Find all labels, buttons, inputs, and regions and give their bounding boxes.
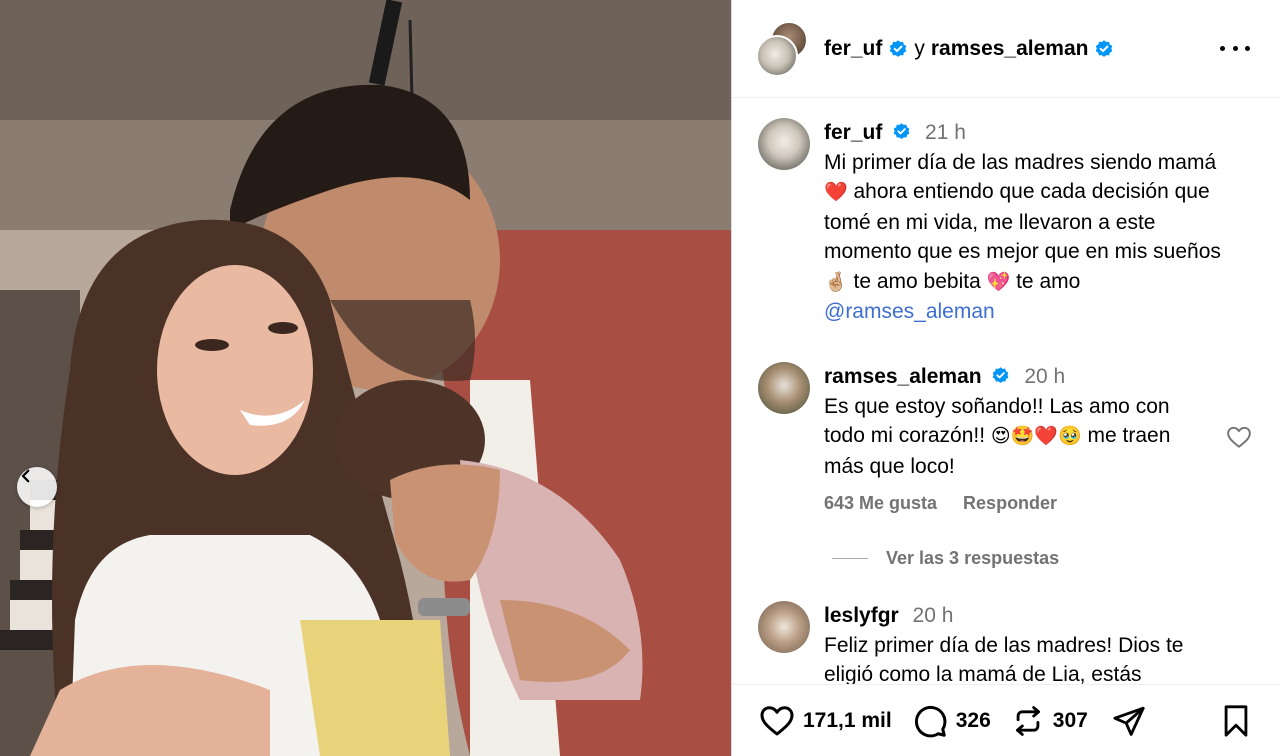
post-header: fer_uf y ramses_aleman xyxy=(732,0,1280,98)
comment-text: Es que estoy soñando!! Las amo con todo … xyxy=(824,392,1204,482)
hand-emoji: 🤞🏼 xyxy=(824,271,848,293)
more-dot-icon xyxy=(1245,45,1250,51)
photo-illustration xyxy=(0,0,731,756)
like-button[interactable]: 171,1 mil xyxy=(759,704,892,737)
repost-button[interactable]: 307 xyxy=(1011,704,1088,738)
post-caption: fer_uf 21 h Mi primer día de las madres … xyxy=(758,118,1244,327)
comment-item: ramses_aleman 20 h Es que estoy soñando!… xyxy=(758,362,1204,519)
bookmark-icon xyxy=(1224,704,1248,737)
verified-badge-icon xyxy=(1096,39,1113,57)
comment-time[interactable]: 20 h xyxy=(1024,365,1065,388)
caption-text-part: te amo bebita xyxy=(847,269,987,293)
comment-reply-button[interactable]: Responder xyxy=(963,489,1057,519)
post-side-panel: fer_uf y ramses_aleman fer_uf 21 h Mi pr… xyxy=(731,0,1280,756)
sparkle-heart-emoji: 💖 xyxy=(986,271,1011,293)
comment-avatar[interactable] xyxy=(758,362,810,414)
view-replies-button[interactable]: Ver las 3 respuestas xyxy=(832,548,1059,569)
verified-badge-icon xyxy=(890,39,907,57)
comment-count[interactable]: 326 xyxy=(956,709,991,733)
repost-count[interactable]: 307 xyxy=(1053,709,1088,733)
save-button[interactable] xyxy=(1221,704,1251,738)
caption-text-part: te amo xyxy=(1010,269,1081,293)
author-username-2[interactable]: ramses_aleman xyxy=(931,37,1089,61)
view-replies-label: Ver las 3 respuestas xyxy=(886,548,1060,568)
caption-username[interactable]: fer_uf xyxy=(824,121,882,144)
more-options-button[interactable] xyxy=(1220,36,1250,60)
comment-time[interactable]: 20 h xyxy=(913,604,954,627)
replies-divider xyxy=(832,558,868,559)
chevron-left-icon xyxy=(21,469,30,483)
send-icon xyxy=(1113,706,1145,736)
caption-text: Mi primer día de las madres siendo mamá … xyxy=(824,148,1244,327)
more-dot-icon xyxy=(1220,45,1225,51)
comment-button[interactable]: 326 xyxy=(912,703,991,739)
author-username-1[interactable]: fer_uf xyxy=(824,37,882,61)
like-comment-heart-icon[interactable] xyxy=(1226,425,1252,449)
comment-text: Feliz primer día de las madres! Dios te … xyxy=(824,633,1184,685)
more-dot-icon xyxy=(1232,45,1238,51)
verified-badge-icon xyxy=(993,367,1009,383)
caption-text-part: Mi primer día de las madres siendo mamá xyxy=(824,150,1217,174)
share-button[interactable] xyxy=(1112,704,1146,738)
caption-time[interactable]: 21 h xyxy=(925,121,966,144)
collab-avatars[interactable] xyxy=(756,20,812,77)
comment-bubble-icon xyxy=(914,705,947,737)
avatar-user1[interactable] xyxy=(756,34,798,77)
caption-mention-link[interactable]: @ramses_aleman xyxy=(824,300,995,323)
post-photo xyxy=(0,0,731,756)
caption-text-part: ahora entiendo que cada decisión que tom… xyxy=(824,180,1221,263)
comment-username[interactable]: leslyfgr xyxy=(824,604,899,627)
caption-body: fer_uf 21 h Mi primer día de las madres … xyxy=(824,118,1244,327)
comment-username[interactable]: ramses_aleman xyxy=(824,365,982,388)
heart-icon xyxy=(760,706,794,736)
comments-list[interactable]: fer_uf 21 h Mi primer día de las madres … xyxy=(732,99,1280,684)
like-count[interactable]: 171,1 mil xyxy=(803,709,892,733)
author-joiner: y xyxy=(914,36,925,60)
previous-image-button[interactable] xyxy=(17,467,57,507)
caption-avatar[interactable] xyxy=(758,118,810,170)
heart-emoji: ❤️ xyxy=(824,182,848,203)
comment-likes[interactable]: 643 Me gusta xyxy=(824,489,937,519)
repost-icon xyxy=(1015,705,1040,736)
action-bar: 171,1 mil 326 307 xyxy=(732,684,1280,756)
comment-body: leslyfgr 20 h Feliz primer día de las ma… xyxy=(824,601,1204,684)
comment-meta: 643 Me gusta Responder xyxy=(824,489,1204,519)
post-authors: fer_uf y ramses_aleman xyxy=(824,37,1114,61)
emoji-group: 😍🤩❤️🥹 xyxy=(990,426,1082,447)
comment-avatar[interactable] xyxy=(758,601,810,653)
comment-item: leslyfgr 20 h Feliz primer día de las ma… xyxy=(758,601,1204,684)
verified-badge-icon xyxy=(893,123,910,139)
comment-body: ramses_aleman 20 h Es que estoy soñando!… xyxy=(824,362,1204,519)
